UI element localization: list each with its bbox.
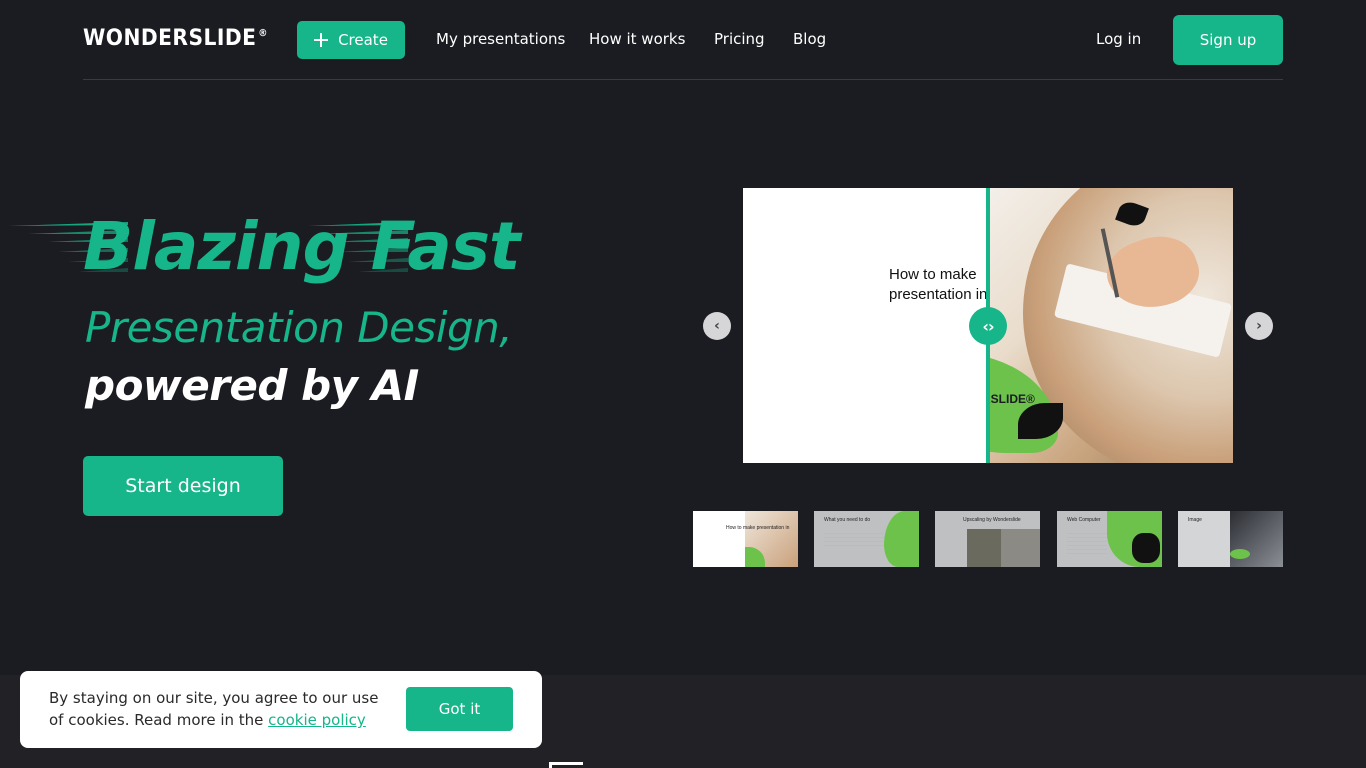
nav-link-my-presentations[interactable]: My presentations: [436, 30, 565, 48]
create-button-label: Create: [338, 31, 388, 49]
slide-thumbnail[interactable]: Web Computer: [1057, 511, 1162, 567]
thumbnail-text: Image: [1188, 517, 1202, 523]
thumbnail-text-lines: [1067, 533, 1107, 557]
slide-title-line2: presentation in: [889, 286, 988, 303]
carousel-prev-button[interactable]: ‹: [703, 312, 731, 340]
thumbnail-text: How to make presentation in: [726, 525, 790, 531]
cookie-message: By staying on our site, you agree to our…: [49, 687, 389, 731]
hero-subtitle-line1: Presentation Design,: [85, 303, 513, 352]
slide-before: How to make presentation in: [743, 188, 988, 463]
cookie-banner: By staying on our site, you agree to our…: [20, 671, 542, 748]
thumbnail-text: Web Computer: [1067, 517, 1101, 523]
cookie-policy-link[interactable]: cookie policy: [268, 711, 366, 729]
thumbnail-text-lines: [824, 533, 884, 547]
thumbnail-text: What you need to do: [824, 517, 871, 523]
hero-subtitle-line2: powered by AI: [85, 361, 419, 410]
hero-title: Blazing Fast: [83, 208, 521, 285]
thumbnail-text: Upscaling by Wonderslide: [963, 517, 1021, 523]
chevron-left-icon: ‹: [714, 318, 720, 334]
registered-mark: ®: [258, 28, 268, 39]
login-link[interactable]: Log in: [1096, 30, 1141, 48]
plus-icon: [314, 33, 329, 47]
chevron-right-icon: ›: [1256, 318, 1262, 334]
slide-after: RSLIDE®: [988, 188, 1233, 463]
start-design-button[interactable]: Start design: [83, 456, 283, 516]
section-decoration: [549, 762, 583, 768]
slide-thumbnail[interactable]: How to make presentation in: [693, 511, 798, 567]
left-right-arrows-icon: ‹›: [982, 316, 994, 336]
nav-link-how-it-works[interactable]: How it works: [589, 30, 685, 48]
slide-brand-text: RSLIDE®: [988, 392, 1035, 406]
nav-link-pricing[interactable]: Pricing: [714, 30, 765, 48]
wonderslide-logo[interactable]: WONDERSLIDE ®: [83, 26, 268, 51]
signup-button[interactable]: Sign up: [1173, 15, 1283, 65]
slide-thumbnail[interactable]: Upscaling by Wonderslide: [935, 511, 1040, 567]
slide-thumbnail[interactable]: Image: [1178, 511, 1283, 567]
cookie-accept-button[interactable]: Got it: [406, 687, 513, 731]
carousel-next-button[interactable]: ›: [1245, 312, 1273, 340]
slide-title-text: How to make presentation in: [889, 265, 988, 305]
comparison-drag-handle[interactable]: ‹›: [969, 307, 1007, 345]
nav-link-blog[interactable]: Blog: [793, 30, 826, 48]
slide-thumbnail[interactable]: What you need to do: [814, 511, 919, 567]
create-button[interactable]: Create: [297, 21, 405, 59]
slide-title-line1: How to make: [889, 266, 977, 283]
top-navigation: WONDERSLIDE ® Create My presentations How…: [83, 0, 1283, 80]
